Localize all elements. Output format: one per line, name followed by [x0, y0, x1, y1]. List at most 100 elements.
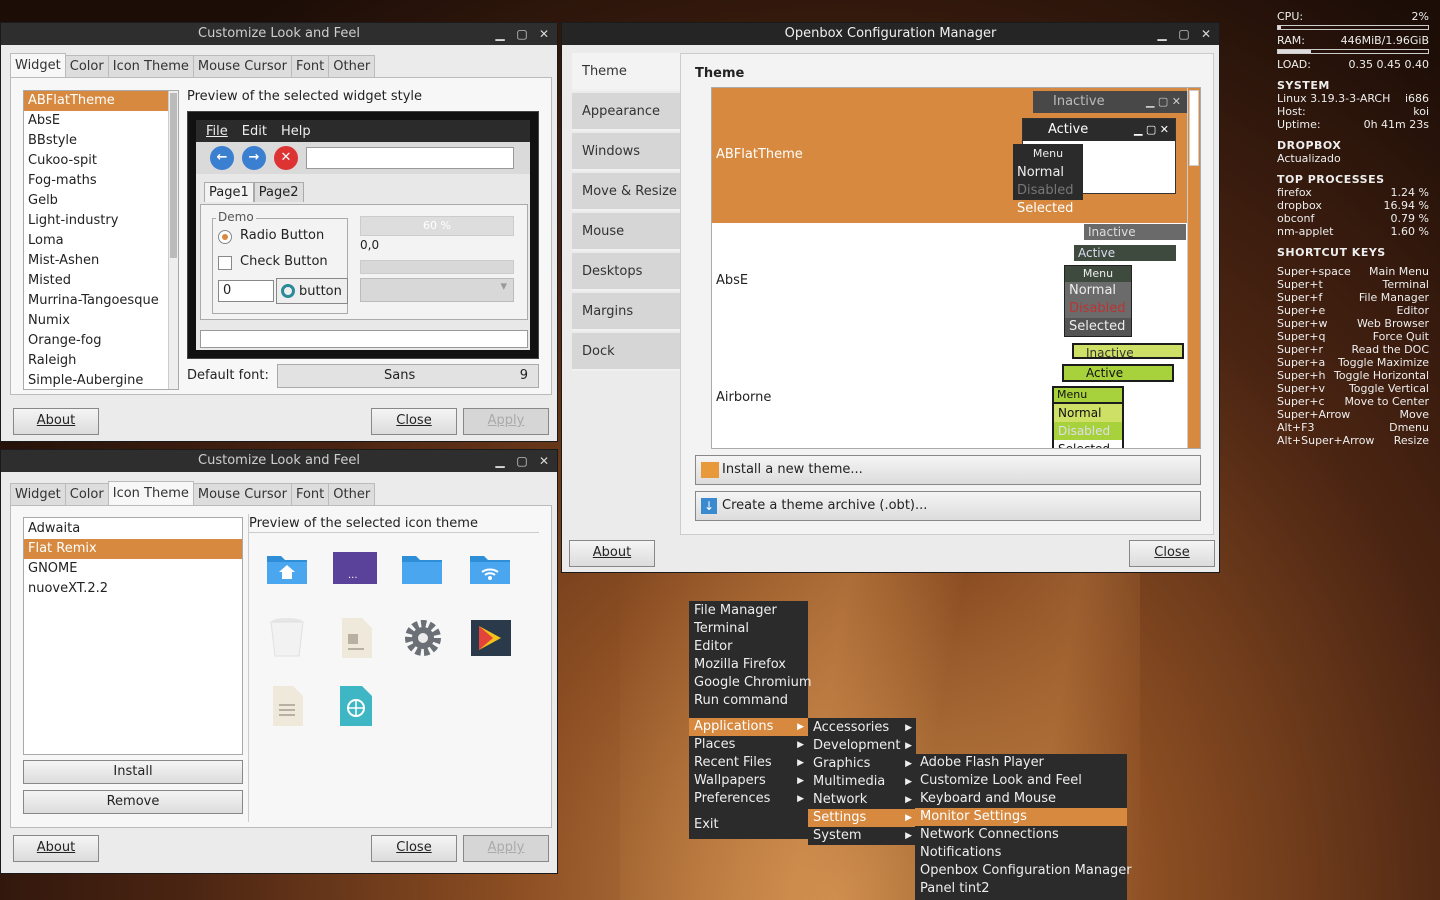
- menu-item-file-manager[interactable]: File Manager: [689, 602, 808, 620]
- apply-button[interactable]: Apply: [463, 408, 549, 435]
- tab-icon-theme[interactable]: Icon Theme: [107, 481, 194, 505]
- menu-item-graphics[interactable]: Graphics ▶: [808, 755, 916, 773]
- list-scrollbar[interactable]: [168, 91, 178, 389]
- theme-item-mist-ashen[interactable]: Mist-Ashen: [24, 251, 178, 271]
- tab-font[interactable]: Font: [290, 483, 330, 505]
- tab-color[interactable]: Color: [64, 483, 109, 505]
- spin-input[interactable]: 0: [218, 280, 274, 302]
- maximize-icon[interactable]: ▢: [1177, 23, 1191, 45]
- tab-other[interactable]: Other: [328, 55, 376, 77]
- theme-row-abflattheme[interactable]: ABFlatTheme Inactive ▁ ▢ ✕ Active ▁ ▢ ✕ Me…: [712, 88, 1187, 223]
- icon-theme-item-adwaita[interactable]: Adwaita: [24, 519, 242, 539]
- sidebar-item-margins[interactable]: Margins: [572, 293, 680, 331]
- scale-slider[interactable]: [360, 260, 514, 274]
- sidebar-item-move-resize[interactable]: Move & Resize: [572, 173, 680, 211]
- theme-item-murrina-tangoesque[interactable]: Murrina-Tangoesque: [24, 291, 178, 311]
- menu-item-google-chromium[interactable]: Google Chromium: [689, 674, 811, 692]
- theme-item-simple-aubergine[interactable]: Simple-Aubergine: [24, 371, 178, 389]
- theme-item-cukoo-spit[interactable]: Cukoo-spit: [24, 151, 178, 171]
- menu-item-exit[interactable]: Exit: [689, 816, 808, 834]
- tab-font[interactable]: Font: [290, 55, 330, 77]
- tab-icon-theme[interactable]: Icon Theme: [107, 55, 194, 77]
- preview-menu-edit[interactable]: Edit: [242, 124, 267, 139]
- sidebar-item-theme[interactable]: Theme: [572, 53, 680, 91]
- theme-item-gelb[interactable]: Gelb: [24, 191, 178, 211]
- menu-item-network-connections[interactable]: Network Connections: [915, 826, 1127, 844]
- tab-widget[interactable]: Widget: [10, 483, 66, 505]
- menu-item-mozilla-firefox[interactable]: Mozilla Firefox: [689, 656, 808, 674]
- close-button[interactable]: Close: [371, 835, 457, 862]
- preview-menu-file[interactable]: File: [206, 124, 228, 139]
- maximize-icon[interactable]: ▢: [515, 23, 529, 45]
- theme-row-abse[interactable]: AbsE Inactive Active Menu Normal Disable…: [712, 223, 1187, 341]
- sidebar-item-windows[interactable]: Windows: [572, 133, 680, 171]
- stop-icon[interactable]: ✕: [274, 146, 298, 170]
- menu-item-adobe-flash-player[interactable]: Adobe Flash Player: [915, 754, 1127, 772]
- theme-preview-list[interactable]: ABFlatTheme Inactive ▁ ▢ ✕ Active ▁ ▢ ✕ Me…: [711, 87, 1201, 449]
- theme-item-abse[interactable]: AbsE: [24, 111, 178, 131]
- menu-item-recent-files[interactable]: Recent Files ▶: [689, 754, 808, 772]
- check-button-label[interactable]: Check Button: [240, 254, 328, 269]
- tab-other[interactable]: Other: [328, 483, 376, 505]
- radio-icon[interactable]: [218, 230, 232, 244]
- minimize-icon[interactable]: ▁: [493, 23, 507, 45]
- list-scrollbar[interactable]: [1187, 88, 1200, 448]
- minimize-icon[interactable]: ▁: [1155, 23, 1169, 45]
- theme-item-numix[interactable]: Numix: [24, 311, 178, 331]
- menu-item-accessories[interactable]: Accessories ▶: [808, 719, 916, 737]
- theme-item-light-industry[interactable]: Light-industry: [24, 211, 178, 231]
- menu-item-customize-look-and-feel[interactable]: Customize Look and Feel: [915, 772, 1127, 790]
- preview-tab-page2[interactable]: Page2: [253, 182, 304, 202]
- icon-theme-item-gnome[interactable]: GNOME: [24, 559, 242, 579]
- window-titlebar[interactable]: Openbox Configuration Manager ▁ ▢ ✕: [562, 23, 1219, 45]
- remove-button[interactable]: Remove: [23, 790, 243, 814]
- menu-item-preferences[interactable]: Preferences ▶: [689, 790, 808, 808]
- sidebar-item-desktops[interactable]: Desktops: [572, 253, 680, 291]
- theme-item-fog-maths[interactable]: Fog-maths: [24, 171, 178, 191]
- create-archive-button[interactable]: ↓ Create a theme archive (.obt)...: [695, 491, 1201, 521]
- menu-item-openbox-configuration-manager[interactable]: Openbox Configuration Manager: [915, 862, 1132, 880]
- menu-item-wallpapers[interactable]: Wallpapers ▶: [689, 772, 808, 790]
- install-theme-button[interactable]: Install a new theme...: [695, 455, 1201, 485]
- menu-item-places[interactable]: Places ▶: [689, 736, 808, 754]
- menu-item-keyboard-and-mouse[interactable]: Keyboard and Mouse: [915, 790, 1127, 808]
- theme-row-airborne[interactable]: Airborne Inactive Active Menu Normal Dis…: [712, 341, 1187, 448]
- icon-theme-item-nuovext-2-2[interactable]: nuoveXT.2.2: [24, 579, 242, 599]
- sidebar-item-mouse[interactable]: Mouse: [572, 213, 680, 251]
- checkbox-icon[interactable]: [218, 256, 232, 270]
- menu-item-panel-tint2[interactable]: Panel tint2: [915, 880, 1127, 898]
- maximize-icon[interactable]: ▢: [515, 450, 529, 472]
- menu-item-multimedia[interactable]: Multimedia ▶: [808, 773, 916, 791]
- about-button[interactable]: About: [13, 408, 99, 435]
- combo-box[interactable]: ▾: [360, 278, 514, 302]
- menu-item-terminal[interactable]: Terminal: [689, 620, 808, 638]
- theme-item-misted[interactable]: Misted: [24, 271, 178, 291]
- close-icon[interactable]: ✕: [537, 450, 551, 472]
- tab-widget[interactable]: Widget: [10, 53, 66, 77]
- widget-theme-list[interactable]: ABFlatTheme AbsE BBstyle Cukoo-spit Fog-math…: [23, 90, 179, 390]
- minimize-icon[interactable]: ▁: [493, 450, 507, 472]
- close-icon[interactable]: ✕: [1199, 23, 1213, 45]
- back-arrow-icon[interactable]: ←: [210, 146, 234, 170]
- menu-item-notifications[interactable]: Notifications: [915, 844, 1127, 862]
- menu-item-settings[interactable]: Settings ▶: [808, 809, 916, 827]
- icon-theme-list[interactable]: Adwaita Flat Remix GNOME nuoveXT.2.2: [23, 517, 243, 755]
- menu-item-network[interactable]: Network ▶: [808, 791, 916, 809]
- theme-item-abflattheme[interactable]: ABFlatTheme: [24, 91, 178, 111]
- menu-item-monitor-settings[interactable]: Monitor Settings: [915, 808, 1127, 826]
- icon-theme-item-flat-remix[interactable]: Flat Remix: [24, 539, 242, 559]
- theme-item-raleigh[interactable]: Raleigh: [24, 351, 178, 371]
- window-titlebar[interactable]: Customize Look and Feel ▁ ▢ ✕: [1, 23, 557, 45]
- sidebar-item-appearance[interactable]: Appearance: [572, 93, 680, 131]
- theme-item-orange-fog[interactable]: Orange-fog: [24, 331, 178, 351]
- tab-mouse-cursor[interactable]: Mouse Cursor: [192, 55, 292, 77]
- tab-mouse-cursor[interactable]: Mouse Cursor: [192, 483, 292, 505]
- sidebar-item-dock[interactable]: Dock: [572, 333, 680, 371]
- radio-button-label[interactable]: Radio Button: [240, 228, 324, 243]
- menu-item-development[interactable]: Development ▶: [808, 737, 916, 755]
- install-button[interactable]: Install: [23, 760, 243, 784]
- preview-entry[interactable]: [306, 147, 514, 169]
- tab-color[interactable]: Color: [64, 55, 109, 77]
- close-button[interactable]: Close: [1129, 540, 1215, 567]
- apply-button[interactable]: Apply: [463, 835, 549, 862]
